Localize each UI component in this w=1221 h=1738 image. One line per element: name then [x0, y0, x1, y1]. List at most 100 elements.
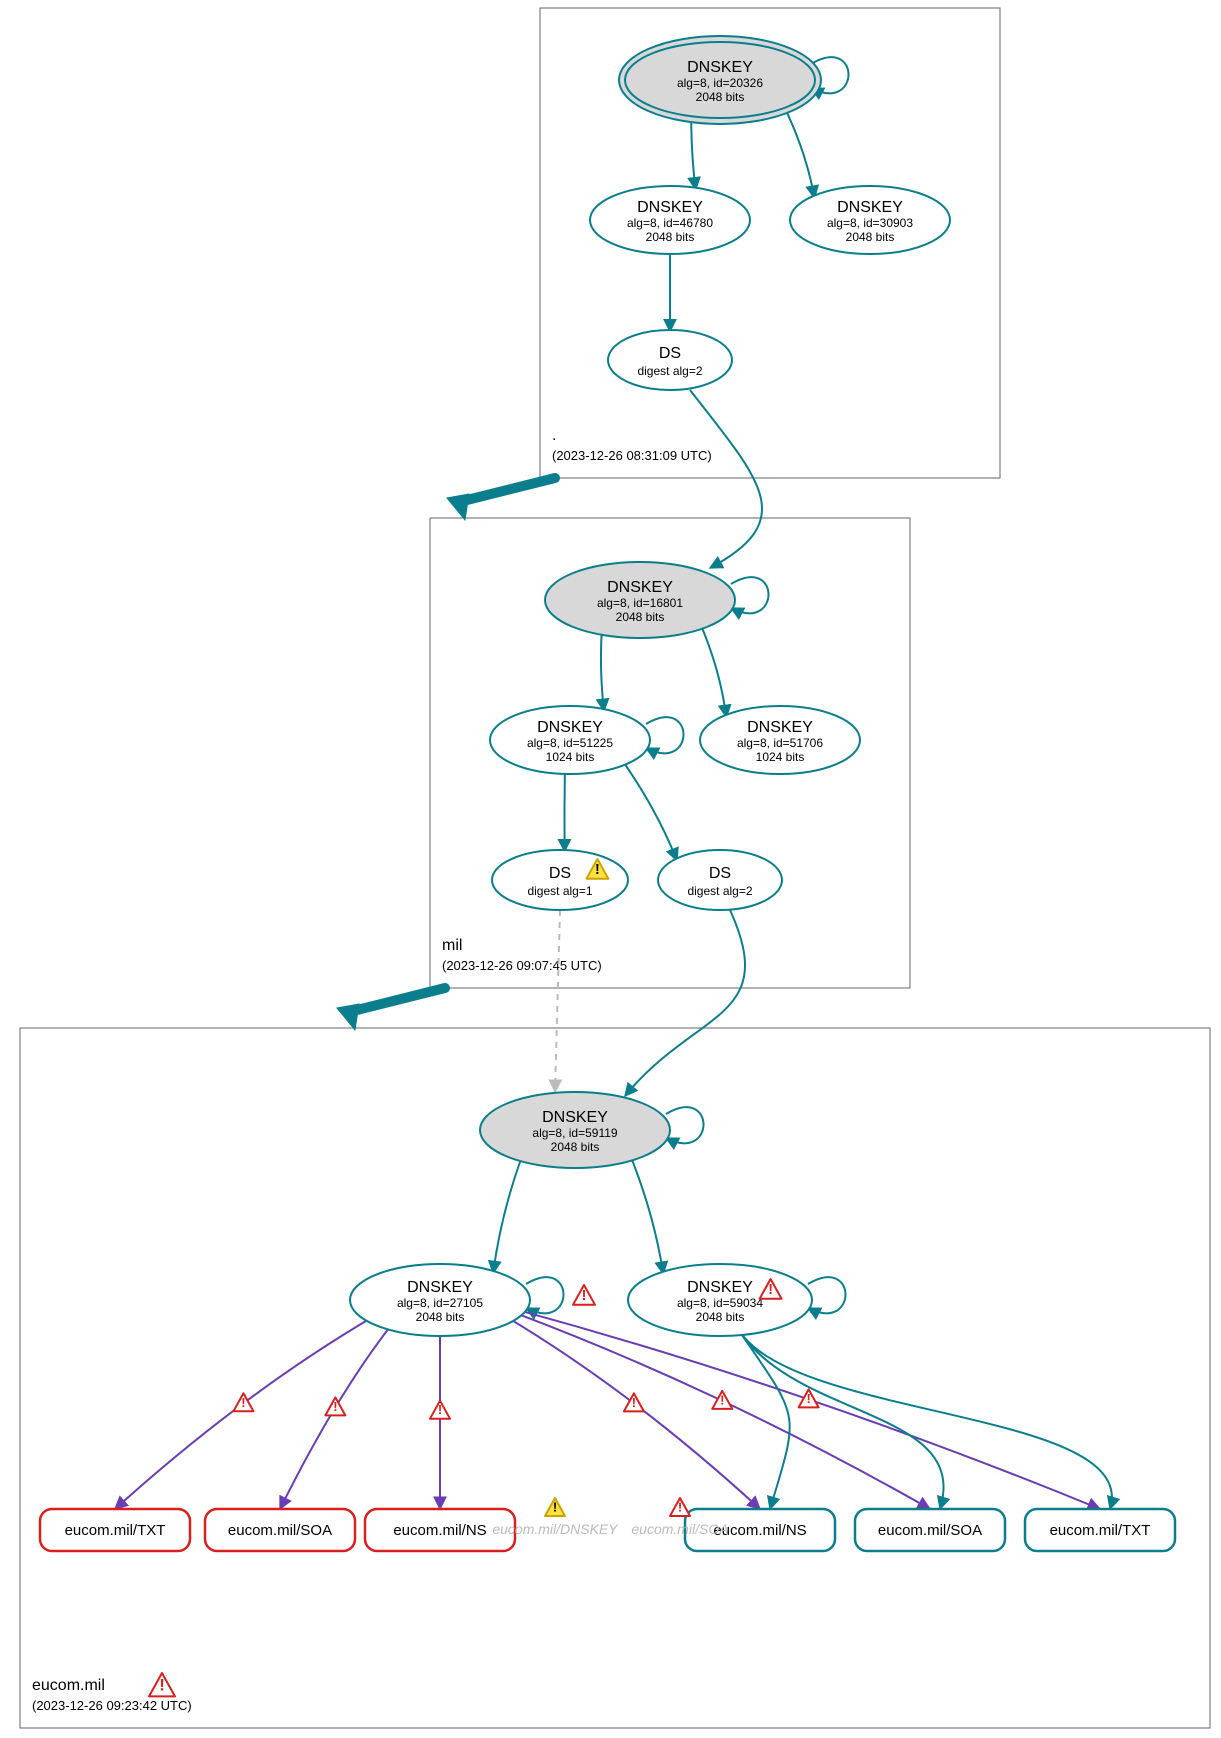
self-sign-edge	[646, 717, 684, 753]
node-detail: alg=8, id=51706	[737, 736, 823, 750]
edge	[630, 1156, 663, 1274]
self-sign-edge	[731, 577, 769, 613]
node-mil_ksk[interactable]: DNSKEYalg=8, id=168012048 bits	[545, 562, 735, 638]
node-eu_zsk2[interactable]: DNSKEYalg=8, id=590342048 bits	[628, 1264, 812, 1336]
zone-label-root: .	[552, 427, 556, 444]
sign-edge	[517, 1310, 1100, 1509]
zone-label-mil: mil	[442, 937, 462, 954]
node-title: DS	[659, 345, 681, 362]
svg-text:!: !	[438, 1402, 442, 1417]
zone-timestamp-eucom: (2023-12-26 09:23:42 UTC)	[32, 1698, 192, 1713]
svg-text:!: !	[159, 1676, 165, 1695]
node-detail: alg=8, id=51225	[527, 736, 613, 750]
svg-text:!: !	[333, 1399, 337, 1414]
edge	[623, 761, 677, 861]
warning-icon: !	[430, 1401, 450, 1419]
svg-text:!: !	[582, 1288, 587, 1304]
node-title: DNSKEY	[637, 199, 703, 216]
record-label: eucom.mil/TXT	[1050, 1522, 1151, 1539]
ghost-record: eucom.mil/DNSKEY	[492, 1521, 619, 1537]
edge-insecure	[555, 910, 560, 1092]
svg-text:!: !	[806, 1391, 810, 1406]
node-title: DS	[549, 865, 571, 882]
node-detail: 1024 bits	[546, 750, 595, 764]
edge	[691, 112, 695, 189]
self-sign-edge	[526, 1277, 564, 1313]
node-detail: alg=8, id=59034	[677, 1296, 763, 1310]
node-detail: 2048 bits	[846, 230, 895, 244]
node-eu_zsk1[interactable]: DNSKEYalg=8, id=271052048 bits	[350, 1264, 530, 1336]
svg-text:!: !	[678, 1500, 682, 1515]
node-root_zsk2[interactable]: DNSKEYalg=8, id=309032048 bits	[790, 186, 950, 254]
node-mil_zsk2[interactable]: DNSKEYalg=8, id=517061024 bits	[700, 706, 860, 774]
node-detail: 2048 bits	[416, 1310, 465, 1324]
svg-text:!: !	[768, 1282, 773, 1298]
sign-edge	[280, 1326, 391, 1509]
node-mil_ds1[interactable]: DS digest alg=1	[492, 850, 628, 910]
node-detail: digest alg=2	[637, 364, 702, 378]
edge	[700, 624, 726, 717]
edge	[625, 910, 745, 1096]
zone-label-eucom: eucom.mil	[32, 1677, 105, 1694]
ghost-record: eucom.mil/SOA	[631, 1521, 728, 1537]
warning-icon: !	[233, 1393, 253, 1411]
self-sign-edge	[808, 1277, 846, 1313]
node-title: DNSKEY	[537, 719, 603, 736]
record-label: eucom.mil/SOA	[228, 1522, 332, 1539]
warning-icon: !	[573, 1285, 595, 1305]
node-mil_zsk1[interactable]: DNSKEYalg=8, id=512251024 bits	[490, 706, 650, 774]
edge	[783, 103, 815, 198]
node-detail: alg=8, id=16801	[597, 596, 683, 610]
node-mil_ds2[interactable]: DS digest alg=2	[658, 850, 782, 910]
node-detail: 2048 bits	[616, 610, 665, 624]
warning-icon: !	[325, 1397, 345, 1415]
node-detail: alg=8, id=20326	[677, 76, 763, 90]
zone-timestamp-mil: (2023-12-26 09:07:45 UTC)	[442, 958, 602, 973]
node-title: DNSKEY	[687, 1279, 753, 1296]
zone-timestamp-root: (2023-12-26 08:31:09 UTC)	[552, 448, 712, 463]
node-detail: 2048 bits	[696, 1310, 745, 1324]
svg-text:!: !	[553, 1500, 557, 1515]
node-title: DNSKEY	[837, 199, 903, 216]
node-detail: alg=8, id=27105	[397, 1296, 483, 1310]
record-label: eucom.mil/TXT	[65, 1522, 166, 1539]
self-sign-edge	[666, 1107, 704, 1143]
sign-edge	[740, 1332, 1112, 1509]
svg-text:!: !	[632, 1395, 636, 1410]
svg-text:!: !	[720, 1392, 724, 1407]
node-eu_ksk[interactable]: DNSKEYalg=8, id=591192048 bits	[480, 1092, 670, 1168]
node-root_zsk1[interactable]: DNSKEYalg=8, id=467802048 bits	[590, 186, 750, 254]
node-title: DS	[709, 865, 731, 882]
node-title: DNSKEY	[407, 1279, 473, 1296]
edge	[690, 390, 762, 568]
node-detail: digest alg=2	[687, 884, 752, 898]
warning-icon: !	[670, 1498, 690, 1516]
node-detail: 2048 bits	[696, 90, 745, 104]
warning-icon: !	[624, 1393, 644, 1411]
warning-icon: !	[545, 1498, 565, 1516]
warning-icon: !	[799, 1389, 819, 1407]
node-title: DNSKEY	[687, 59, 753, 76]
node-detail: alg=8, id=46780	[627, 216, 713, 230]
warning-icon: !	[712, 1391, 732, 1409]
node-detail: 2048 bits	[646, 230, 695, 244]
node-root_ksk[interactable]: DNSKEYalg=8, id=203262048 bits	[619, 36, 821, 124]
node-detail: alg=8, id=30903	[827, 216, 913, 230]
sign-edge	[515, 1313, 930, 1509]
record-label: eucom.mil/NS	[393, 1522, 486, 1539]
warning-icon: !	[149, 1673, 175, 1696]
record-label: eucom.mil/SOA	[878, 1522, 982, 1539]
edge	[601, 631, 604, 712]
node-title: DNSKEY	[607, 579, 673, 596]
svg-text:!: !	[241, 1395, 245, 1410]
edge	[493, 1157, 522, 1273]
zone-arrow	[447, 478, 555, 520]
node-detail: digest alg=1	[527, 884, 592, 898]
node-detail: alg=8, id=59119	[532, 1126, 618, 1140]
sign-edge	[508, 1318, 760, 1509]
svg-text:!: !	[595, 862, 600, 878]
node-root_ds[interactable]: DS digest alg=2	[608, 330, 732, 390]
node-detail: 1024 bits	[756, 750, 805, 764]
zone-arrow	[337, 988, 445, 1030]
node-detail: 2048 bits	[551, 1140, 600, 1154]
